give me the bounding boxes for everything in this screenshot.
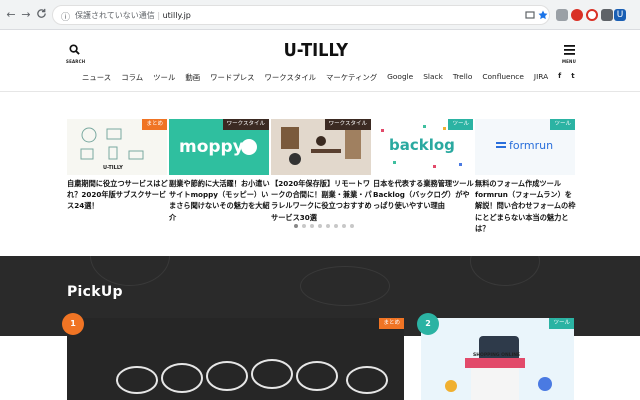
category-badge: ツール xyxy=(448,119,473,130)
slider-pagination xyxy=(294,224,354,228)
nav-item[interactable]: コラム xyxy=(121,72,143,83)
pagination-dot[interactable] xyxy=(326,224,330,228)
puzzle-icon[interactable] xyxy=(601,9,613,21)
share-icon[interactable] xyxy=(525,11,535,20)
facebook-icon[interactable]: f xyxy=(558,72,561,83)
nav-item[interactable]: Trello xyxy=(453,72,472,83)
chalkboard-image xyxy=(67,318,404,400)
address-text: 保護されていない通信 | utilly.jp xyxy=(75,11,191,20)
record-icon[interactable] xyxy=(571,9,583,21)
rank-badge: 2 xyxy=(417,313,439,335)
reload-icon xyxy=(36,8,46,18)
category-badge: ツール xyxy=(549,318,574,329)
card-title[interactable]: 副業や節約に大活躍！お小遣いサイトmoppy（モッピー）いまさら聞けないその魅力… xyxy=(169,178,271,223)
info-icon[interactable]: ⓘ xyxy=(61,10,70,23)
nav-item[interactable]: JIRA xyxy=(534,72,548,83)
camera-icon[interactable] xyxy=(556,9,568,21)
hamburger-icon xyxy=(563,45,575,55)
pagination-dot[interactable] xyxy=(342,224,346,228)
nav-item[interactable]: ニュース xyxy=(82,72,111,83)
card-title[interactable]: 自粛期間に役立つサービスはどれ？2020年版サブスクサービス24選！ xyxy=(67,178,169,212)
back-button[interactable]: ← xyxy=(4,8,18,22)
menu-button[interactable]: MENU xyxy=(561,40,577,64)
card-thumbnail: ワークスタイル xyxy=(271,119,371,175)
rank-badge: 1 xyxy=(62,313,84,335)
nav-item[interactable]: 動画 xyxy=(185,72,200,83)
pagination-dot[interactable] xyxy=(334,224,338,228)
url-text: utilly.jp xyxy=(162,11,191,20)
card-thumbnail: U-TILLY まとめ xyxy=(67,119,167,175)
pagination-dot[interactable] xyxy=(350,224,354,228)
thumb-caption: SHOPPING ONLINE xyxy=(473,353,521,358)
reload-button[interactable] xyxy=(34,8,48,22)
forward-button[interactable]: → xyxy=(19,8,33,22)
nav-item[interactable]: マーケティング xyxy=(326,72,377,83)
bookmark-star-icon[interactable] xyxy=(538,10,548,20)
profile-u-icon[interactable]: U xyxy=(614,9,626,21)
nav-item[interactable]: Google xyxy=(387,72,413,83)
card-thumbnail: formrun ツール xyxy=(475,119,575,175)
nav-item[interactable]: Confluence xyxy=(482,72,524,83)
pagination-dot[interactable] xyxy=(310,224,314,228)
nav-item[interactable]: Slack xyxy=(423,72,443,83)
pagination-dot[interactable] xyxy=(294,224,298,228)
search-label: SEARCH xyxy=(66,59,86,64)
nav-item[interactable]: ワードプレス xyxy=(210,72,254,83)
security-status: 保護されていない通信 xyxy=(75,11,155,20)
formrun-logo-icon xyxy=(496,142,506,148)
card-title[interactable]: 【2020年保存版】リモートワークの合間に！副業・兼業・パラレルワークに役立つお… xyxy=(271,178,373,223)
thumb-caption: formrun xyxy=(509,139,554,152)
pagination-dot[interactable] xyxy=(302,224,306,228)
global-nav: ニュース コラム ツール 動画 ワードプレス ワークスタイル マーケティング Google Sl… xyxy=(82,72,585,83)
twitter-icon[interactable]: t xyxy=(571,72,574,83)
thumb-caption: moppy xyxy=(179,137,244,157)
site-logo[interactable]: U-TILLY xyxy=(284,40,348,61)
category-badge: まとめ xyxy=(379,318,404,329)
featured-slider: U-TILLY まとめ 自粛期間に役立つサービスはどれ？2020年版サブスクサー… xyxy=(0,92,640,237)
browser-toolbar: ← → ⓘ 保護されていない通信 | utilly.jp U xyxy=(0,0,640,30)
site-header: SEARCH U-TILLY MENU ニュース コラム ツール 動画 ワードプレス ワー… xyxy=(0,30,640,92)
search-icon xyxy=(68,44,80,55)
menu-label: MENU xyxy=(561,59,577,64)
pickup-card[interactable]: SHOPPING ONLINE ツール xyxy=(421,318,574,400)
category-badge: まとめ xyxy=(142,119,167,130)
chalk-decoration xyxy=(90,256,170,286)
shopping-illustration xyxy=(421,318,574,400)
mascot-icon xyxy=(241,139,257,155)
category-badge: ワークスタイル xyxy=(222,119,269,130)
address-bar[interactable]: ⓘ 保護されていない通信 | utilly.jp xyxy=(52,5,550,25)
category-badge: ツール xyxy=(550,119,575,130)
target-icon[interactable] xyxy=(586,9,598,21)
chalk-decoration xyxy=(300,266,390,306)
pagination-dot[interactable] xyxy=(318,224,322,228)
card-thumbnail: moppy ワークスタイル xyxy=(169,119,269,175)
card-title[interactable]: 無料のフォーム作成ツールformrun（フォームラン）を解説！問い合わせフォーム… xyxy=(475,178,577,234)
pickup-title: PickUp xyxy=(67,284,123,300)
nav-item[interactable]: ワークスタイル xyxy=(265,72,317,83)
search-button[interactable]: SEARCH xyxy=(66,40,86,64)
thumb-caption: backlog xyxy=(389,136,455,154)
pickup-card[interactable]: まとめ xyxy=(67,318,404,400)
card-title[interactable]: 日本を代表する業務管理ツールBacklog（バックログ）がやっぱり使いやすい理由 xyxy=(373,178,475,212)
chalk-decoration xyxy=(470,256,540,286)
nav-item[interactable]: ツール xyxy=(153,72,175,83)
thumb-caption: U-TILLY xyxy=(103,165,123,171)
category-badge: ワークスタイル xyxy=(324,119,371,130)
card-thumbnail: backlog ツール xyxy=(373,119,473,175)
